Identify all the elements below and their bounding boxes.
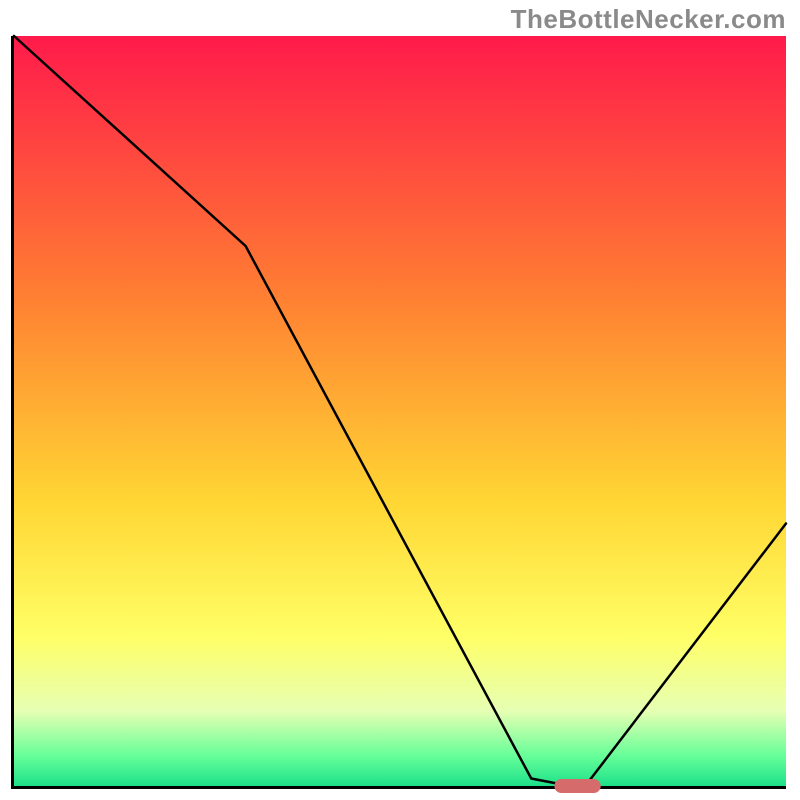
bottleneck-chart: [0, 0, 800, 800]
chart-container: TheBottleNecker.com: [0, 0, 800, 800]
x-axis-line: [11, 786, 786, 789]
watermark-text: TheBottleNecker.com: [511, 4, 786, 35]
optimal-marker: [554, 779, 600, 793]
y-axis-line: [11, 36, 14, 789]
